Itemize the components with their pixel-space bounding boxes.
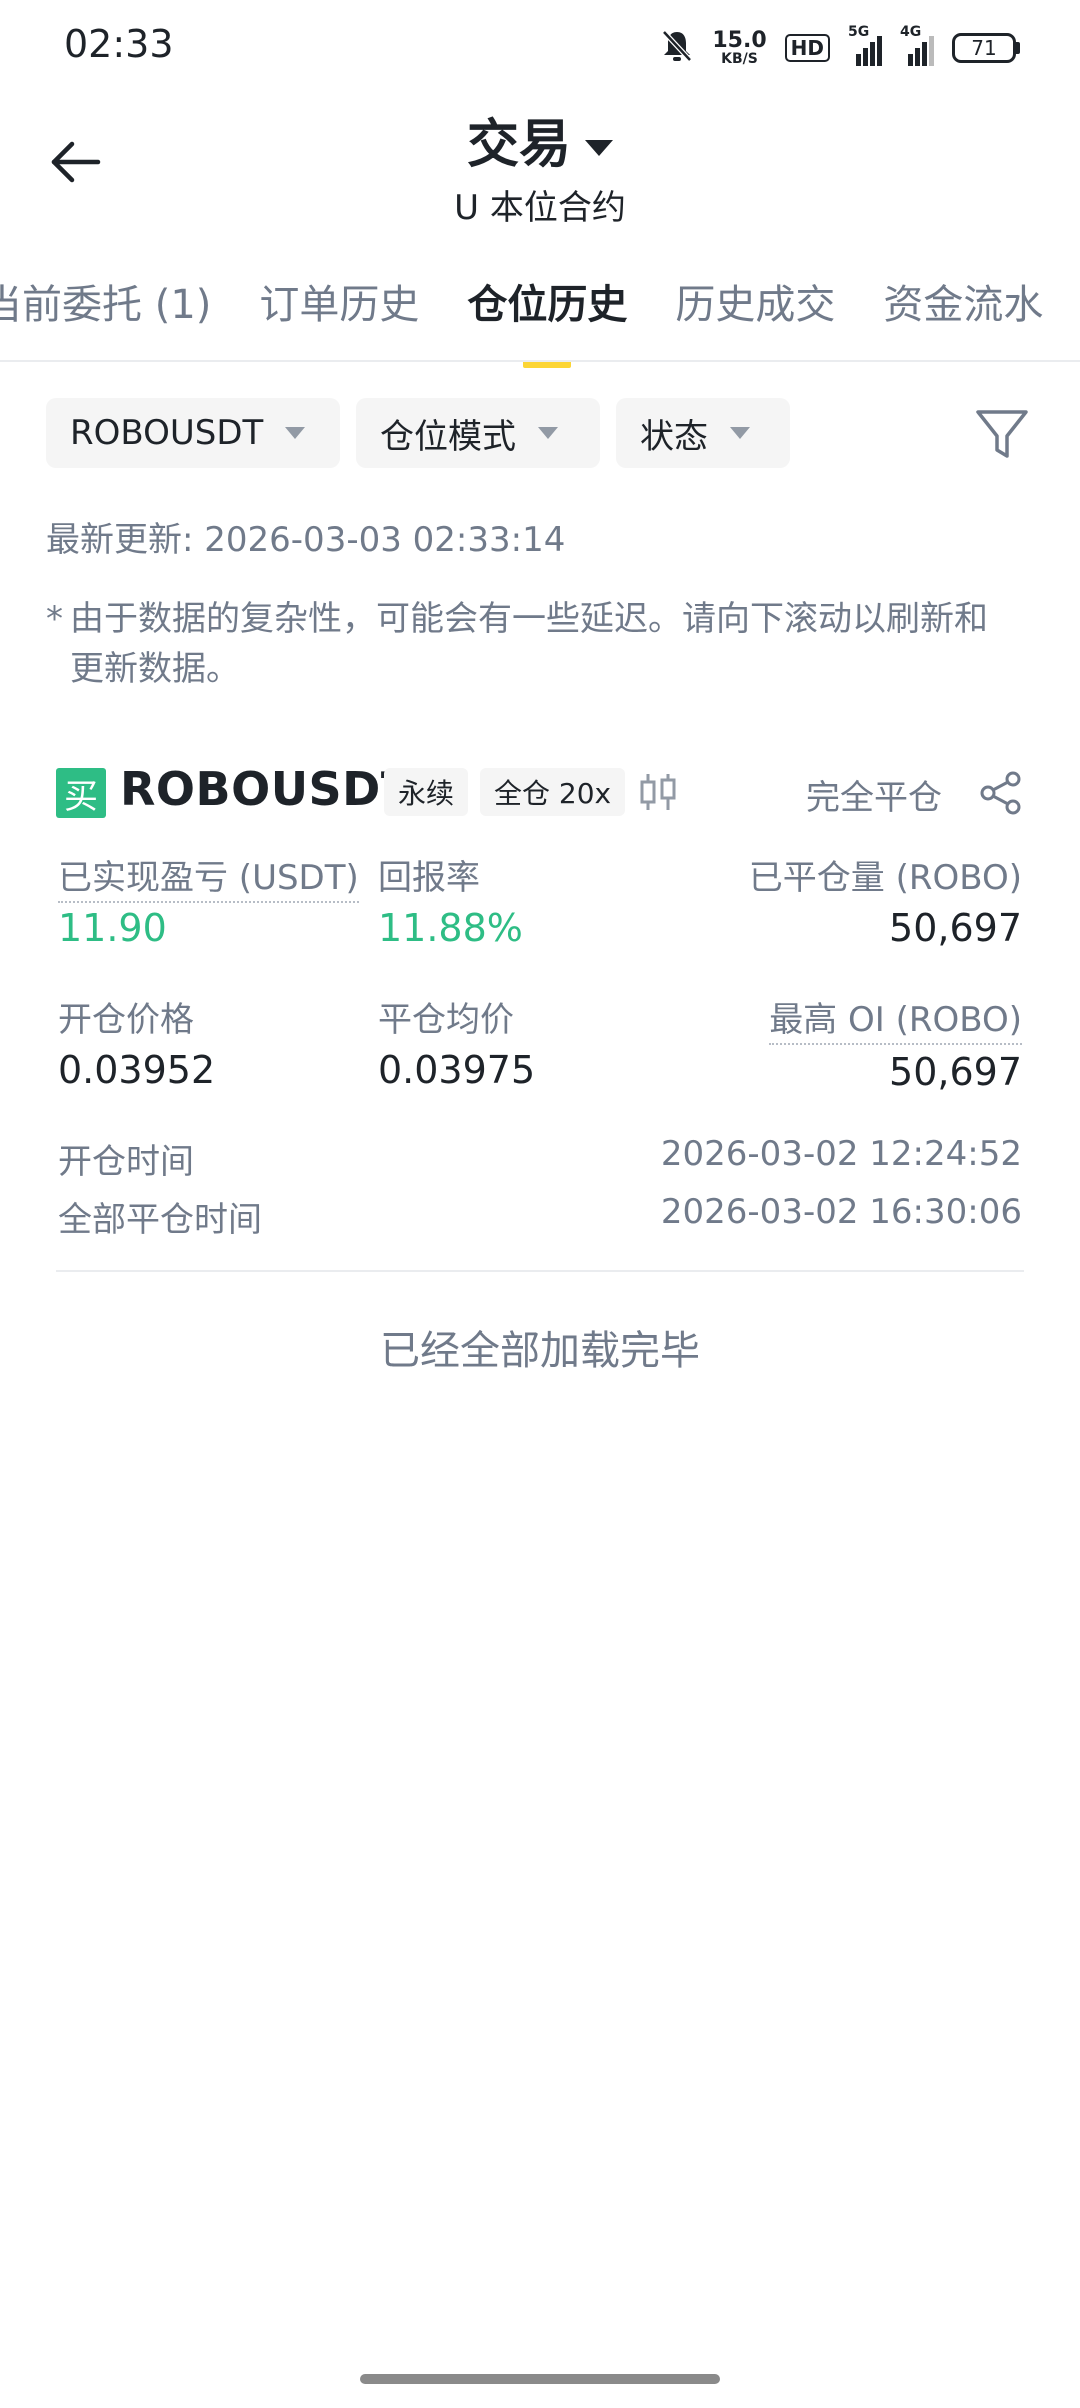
candlestick-chart-icon[interactable]: [636, 770, 680, 814]
delay-notice: * 由于数据的复杂性，可能会有一些延迟。请向下滚动以刷新和更新数据。: [46, 594, 1016, 694]
caret-down-icon: [285, 427, 306, 439]
realized-pnl-label[interactable]: 已实现盈亏 (USDT): [58, 850, 359, 903]
network-speed-unit: KB/S: [721, 51, 758, 67]
max-oi-label[interactable]: 最高 OI (ROBO): [769, 992, 1022, 1045]
mute-icon: [660, 28, 694, 68]
share-icon[interactable]: [978, 770, 1024, 816]
max-oi-value: 50,697: [889, 1050, 1022, 1094]
entry-price-value: 0.03952: [58, 1048, 216, 1092]
tab-bar: 当前委托 (1) 订单历史 仓位历史 历史成交 资金流水: [0, 272, 1080, 362]
battery-level: 71: [952, 33, 1016, 63]
roi-value: 11.88%: [378, 906, 523, 950]
network-speed-value: 15.0: [712, 28, 767, 53]
battery-icon: 71: [952, 33, 1020, 63]
position-mode-filter-label: 仓位模式: [380, 416, 516, 457]
position-mode-filter[interactable]: 仓位模式: [356, 398, 600, 468]
caret-down-icon: [730, 427, 750, 439]
tab-order-history[interactable]: 订单历史: [259, 272, 419, 362]
realized-pnl-value: 11.90: [58, 906, 167, 950]
tab-open-orders[interactable]: 当前委托 (1): [0, 272, 211, 362]
tab-transaction-history[interactable]: 资金流水: [883, 272, 1043, 362]
home-indicator[interactable]: [360, 2374, 720, 2384]
symbol-filter[interactable]: ROBOUSDT: [46, 398, 340, 468]
status-time: 02:33: [64, 22, 174, 66]
page-title-dropdown[interactable]: 交易: [0, 102, 1080, 177]
caret-down-icon: [538, 427, 558, 439]
page-subtitle: U 本位合约: [454, 188, 626, 228]
closed-qty-value: 50,697: [889, 906, 1022, 950]
open-time-value: 2026-03-02 12:24:52: [660, 1134, 1022, 1174]
tab-divider: [0, 360, 1080, 362]
margin-leverage-tag: 全仓 20x: [480, 768, 626, 816]
entry-price-label: 开仓价格: [58, 1000, 194, 1040]
symbol-filter-label: ROBOUSDT: [70, 413, 264, 453]
network-speed: 15.0 KB/S: [712, 28, 767, 67]
signal-5g-icon: 5G: [848, 24, 882, 66]
tab-trade-history[interactable]: 历史成交: [675, 272, 835, 362]
status-icons: 15.0 KB/S HD 5G 4G 71: [660, 24, 1020, 70]
tab-position-history[interactable]: 仓位历史: [467, 272, 627, 362]
signal-4g-icon: 4G: [900, 24, 934, 66]
signal-5g-label: 5G: [848, 24, 870, 40]
signal-4g-label: 4G: [900, 24, 922, 40]
card-divider: [56, 1270, 1024, 1272]
status-filter[interactable]: 状态: [616, 398, 790, 468]
caret-down-icon: [585, 140, 613, 156]
notice-text: 由于数据的复杂性，可能会有一些延迟。请向下滚动以刷新和更新数据。: [70, 599, 988, 689]
buy-side-badge: 买: [56, 768, 106, 818]
close-all-label: 完全平仓: [806, 778, 942, 818]
perpetual-tag: 永续: [384, 768, 469, 816]
position-symbol: ROBOUSDT: [120, 762, 413, 816]
close-time-label: 全部平仓时间: [58, 1200, 262, 1240]
roi-label: 回报率: [378, 858, 480, 898]
close-time-value: 2026-03-02 16:30:06: [660, 1192, 1022, 1232]
open-time-label: 开仓时间: [58, 1142, 194, 1182]
avg-close-price-value: 0.03975: [378, 1048, 536, 1092]
status-filter-label: 状态: [640, 416, 708, 457]
hd-voice-icon: HD: [784, 34, 830, 62]
all-loaded-text: 已经全部加载完毕: [380, 1328, 700, 1374]
avg-close-price-label: 平仓均价: [378, 1000, 514, 1040]
last-updated-text: 最新更新: 2026-03-03 02:33:14: [46, 520, 566, 560]
closed-qty-label: 已平仓量 (ROBO): [748, 858, 1022, 898]
page-title: 交易: [466, 115, 571, 175]
notice-asterisk: *: [46, 599, 63, 639]
filter-icon[interactable]: [972, 404, 1032, 464]
